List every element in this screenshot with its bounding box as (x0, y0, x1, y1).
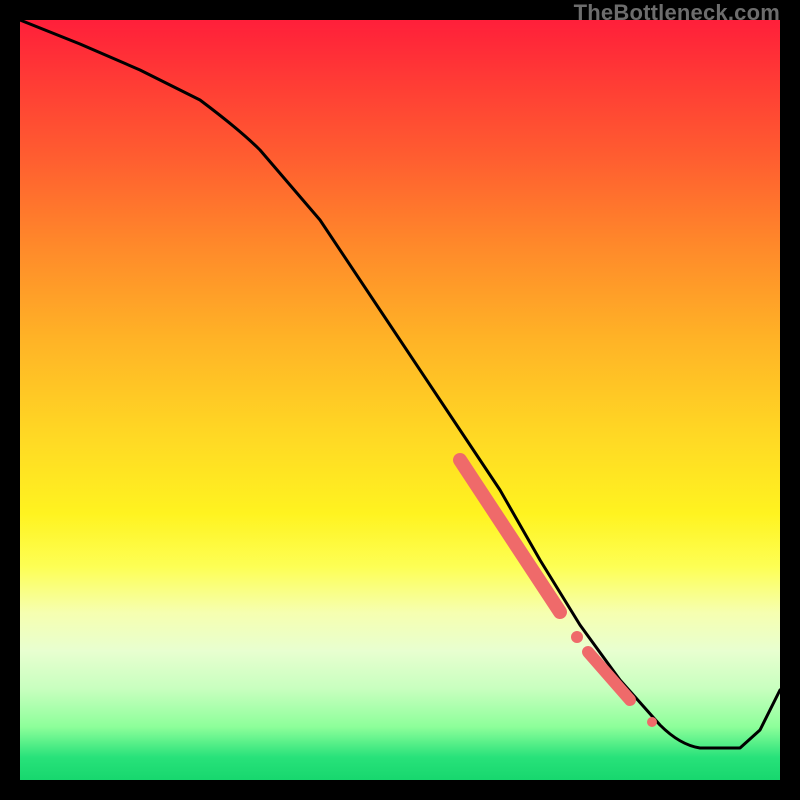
main-curve (20, 20, 780, 748)
highlight-dot-1 (571, 631, 583, 643)
chart-plot-area (20, 20, 780, 780)
highlight-dot-2 (647, 717, 657, 727)
chart-outer-frame: TheBottleneck.com (0, 0, 800, 800)
highlight-segment-1 (460, 460, 560, 612)
chart-svg (20, 20, 780, 780)
highlight-segment-2 (588, 652, 630, 700)
